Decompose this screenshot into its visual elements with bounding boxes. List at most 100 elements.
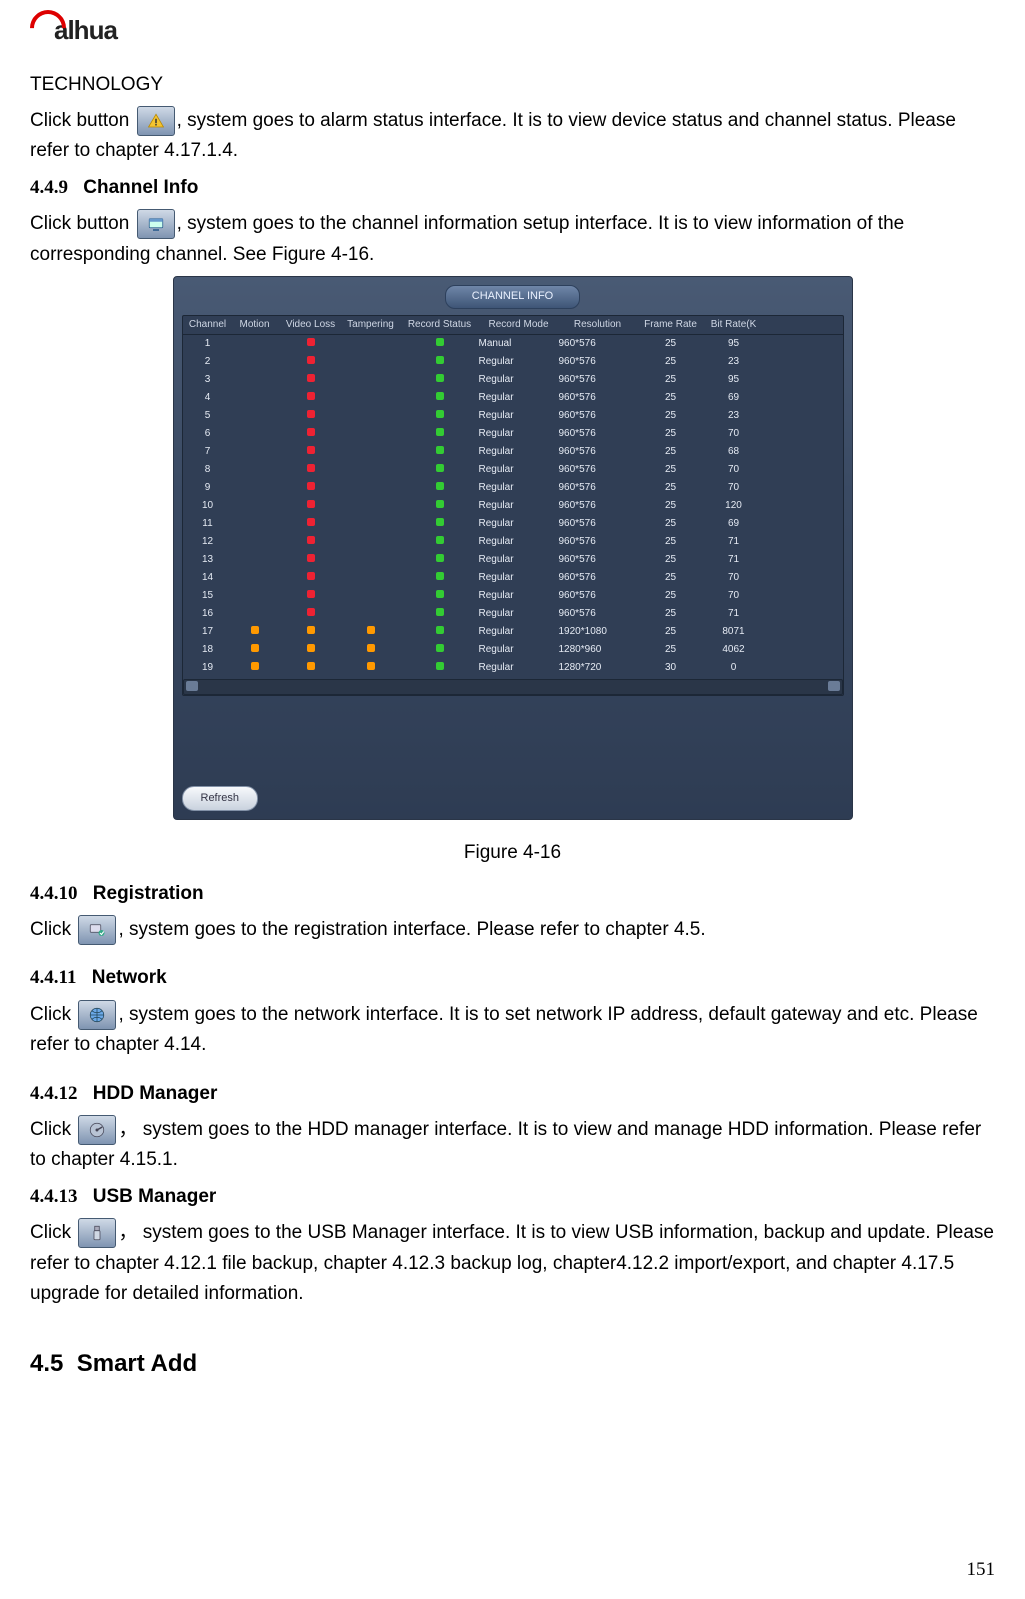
column-header: Motion xyxy=(229,317,281,333)
table-row: 4Regular960*5762569 xyxy=(183,389,843,407)
text: , system goes to the network interface. … xyxy=(30,1004,978,1055)
figure-caption: Figure 4-16 xyxy=(30,838,995,868)
cell: 95 xyxy=(705,372,763,388)
cell: 25 xyxy=(637,372,705,388)
cell: Regular xyxy=(479,570,559,586)
cell: 71 xyxy=(705,606,763,622)
section-number: 4.4.9 xyxy=(30,177,68,198)
cell: Regular xyxy=(479,624,559,640)
table-row: 7Regular960*5762568 xyxy=(183,443,843,461)
cell: 95 xyxy=(705,336,763,352)
table-row: 9Regular960*5762570 xyxy=(183,479,843,497)
cell: 960*576 xyxy=(559,462,637,478)
status-dot xyxy=(436,662,444,670)
status-dot xyxy=(251,644,259,652)
cell: Regular xyxy=(479,444,559,460)
cell: Regular xyxy=(479,660,559,676)
column-header: Tampering xyxy=(341,317,401,333)
status-dot xyxy=(307,626,315,634)
alarm-paragraph: Click button , system goes to alarm stat… xyxy=(30,106,995,167)
cell: 25 xyxy=(637,606,705,622)
column-header: Resolution xyxy=(559,317,637,333)
section-title: Smart Add xyxy=(77,1350,197,1377)
cell: Regular xyxy=(479,606,559,622)
status-dot xyxy=(436,536,444,544)
cell xyxy=(401,624,479,640)
cell: Regular xyxy=(479,498,559,514)
status-dot xyxy=(307,590,315,598)
column-header: Channel xyxy=(187,317,229,333)
column-header: Bit Rate(K xyxy=(705,317,763,333)
cell: 25 xyxy=(637,624,705,640)
cell xyxy=(341,624,401,640)
cell: 960*576 xyxy=(559,570,637,586)
registration-icon xyxy=(78,915,116,945)
status-dot xyxy=(436,338,444,346)
section-number: 4.4.12 xyxy=(30,1083,78,1104)
status-dot xyxy=(436,464,444,472)
cell: Regular xyxy=(479,408,559,424)
cell xyxy=(401,462,479,478)
status-dot xyxy=(251,626,259,634)
status-dot xyxy=(436,608,444,616)
cell xyxy=(341,660,401,676)
table-row: 10Regular960*57625120 xyxy=(183,497,843,515)
status-dot xyxy=(307,536,315,544)
table-row: 14Regular960*5762570 xyxy=(183,569,843,587)
refresh-button[interactable]: Refresh xyxy=(182,786,259,812)
table-row: 3Regular960*5762595 xyxy=(183,371,843,389)
cell xyxy=(401,336,479,352)
horizontal-scrollbar[interactable] xyxy=(183,679,843,695)
column-header: Record Mode xyxy=(479,317,559,333)
column-header: Video Loss xyxy=(281,317,341,333)
registration-paragraph: Click , system goes to the registration … xyxy=(30,915,995,945)
heading-4413: 4.4.13 USB Manager xyxy=(30,1182,995,1212)
cell: 25 xyxy=(637,336,705,352)
cell: 120 xyxy=(705,498,763,514)
cell: 2 xyxy=(187,354,229,370)
status-dot xyxy=(307,392,315,400)
status-dot xyxy=(307,410,315,418)
cell: 1280*960 xyxy=(559,642,637,658)
cell: 1920*1080 xyxy=(559,624,637,640)
cell: 71 xyxy=(705,534,763,550)
cell: 960*576 xyxy=(559,552,637,568)
status-dot xyxy=(307,644,315,652)
text: ， system goes to the HDD manager interfa… xyxy=(30,1119,981,1170)
cell: 960*576 xyxy=(559,534,637,550)
cell: 25 xyxy=(637,390,705,406)
cell xyxy=(281,444,341,460)
status-dot xyxy=(436,482,444,490)
cell: 69 xyxy=(705,516,763,532)
page-number: 151 xyxy=(967,1555,996,1585)
cell xyxy=(281,372,341,388)
cell xyxy=(229,642,281,658)
cell: 23 xyxy=(705,408,763,424)
cell: 70 xyxy=(705,570,763,586)
status-dot xyxy=(251,662,259,670)
status-dot xyxy=(307,482,315,490)
cell: 1 xyxy=(187,336,229,352)
status-dot xyxy=(307,356,315,364)
cell: 25 xyxy=(637,642,705,658)
cell: 5 xyxy=(187,408,229,424)
status-dot xyxy=(436,446,444,454)
section-number: 4.4.13 xyxy=(30,1186,78,1207)
cell: 11 xyxy=(187,516,229,532)
cell: Regular xyxy=(479,480,559,496)
cell: 8 xyxy=(187,462,229,478)
status-dot xyxy=(307,464,315,472)
status-dot xyxy=(436,392,444,400)
cell: 18 xyxy=(187,642,229,658)
cell xyxy=(281,354,341,370)
status-dot xyxy=(307,554,315,562)
cell xyxy=(401,480,479,496)
cell: Regular xyxy=(479,462,559,478)
cell: Regular xyxy=(479,426,559,442)
status-dot xyxy=(436,500,444,508)
status-dot xyxy=(307,608,315,616)
alarm-icon xyxy=(137,106,175,136)
cell xyxy=(281,516,341,532)
cell: 25 xyxy=(637,354,705,370)
cell xyxy=(341,642,401,658)
